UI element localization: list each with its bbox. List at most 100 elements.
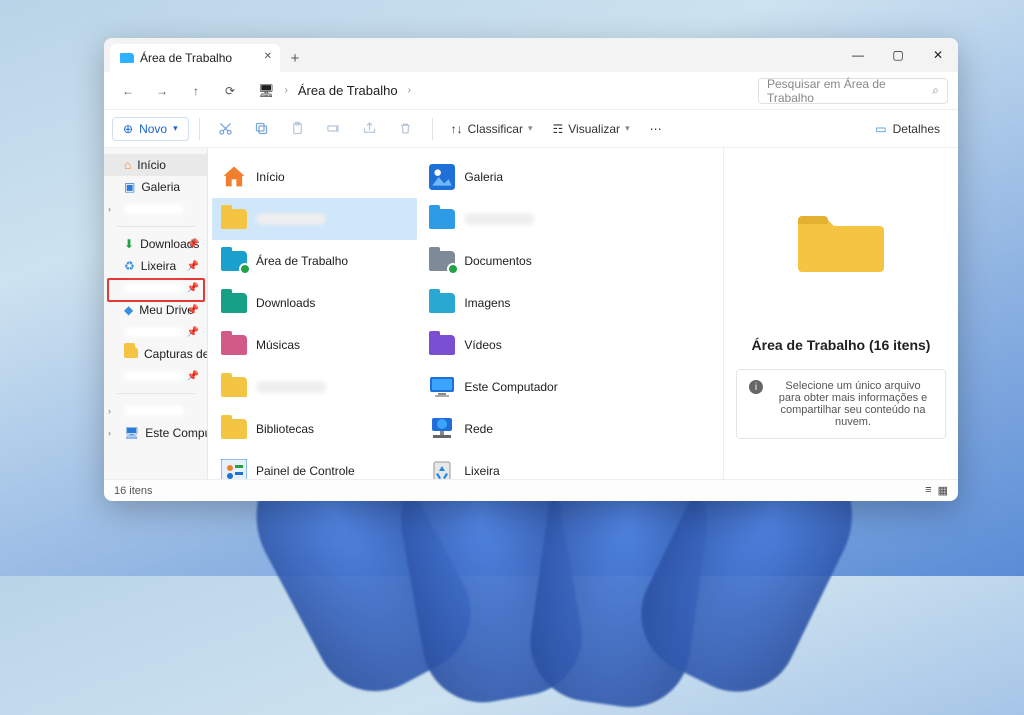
tab-title: Área de Trabalho bbox=[140, 51, 232, 65]
nav-home[interactable]: ⌂ Início bbox=[104, 154, 207, 176]
grid-item[interactable]: Documentos bbox=[420, 240, 625, 282]
folder-yellow-icon bbox=[220, 373, 248, 401]
breadcrumb[interactable]: 🖥 › Área de Trabalho › bbox=[258, 83, 752, 99]
titlebar: Área de Trabalho ✕ + — ▢ ✕ bbox=[104, 38, 958, 72]
nav-blurred[interactable]: › bbox=[104, 400, 207, 422]
recycle-icon: ♻ bbox=[124, 259, 135, 273]
grid-item[interactable]: Lixeira bbox=[420, 450, 625, 479]
grid-item[interactable] bbox=[212, 366, 417, 408]
breadcrumb-location: Área de Trabalho bbox=[298, 83, 398, 98]
details-pane-button[interactable]: ▭ Detalhes bbox=[865, 118, 950, 140]
maximize-button[interactable]: ▢ bbox=[878, 40, 918, 70]
item-label: Imagens bbox=[464, 296, 510, 310]
nav-label: Este Computador bbox=[145, 426, 208, 440]
content-area: Início Área de Trabalho Downloads Músicas Bi… bbox=[208, 148, 958, 479]
folder-icon bbox=[798, 208, 884, 277]
grid-item[interactable]: Imagens bbox=[420, 282, 625, 324]
pc-icon: 🖥 bbox=[124, 426, 139, 440]
grid-item[interactable]: Painel de Controle bbox=[212, 450, 417, 479]
view-label: Visualizar bbox=[568, 122, 620, 136]
details-pane: Área de Trabalho (16 itens) i Selecione … bbox=[723, 148, 958, 479]
plus-icon: ⊕ bbox=[123, 122, 133, 136]
nav-recycle-bin[interactable]: ♻ Lixeira 📌 bbox=[104, 255, 207, 277]
tab-close-icon[interactable]: ✕ bbox=[264, 51, 272, 62]
chevron-right-icon: › bbox=[108, 428, 111, 438]
nav-blurred[interactable]: › bbox=[104, 198, 207, 220]
nav-gallery[interactable]: ▣ Galeria bbox=[104, 176, 207, 198]
nav-downloads[interactable]: ⬇ Downloads 📌 bbox=[104, 233, 207, 255]
redacted-label bbox=[124, 406, 184, 416]
grid-item[interactable] bbox=[212, 198, 417, 240]
grid-item[interactable]: Músicas bbox=[212, 324, 417, 366]
nav-captures[interactable]: Capturas de Tela bbox=[104, 343, 207, 365]
folder-gray-sync-icon bbox=[428, 247, 456, 275]
cut-button[interactable] bbox=[210, 116, 242, 142]
grid-item[interactable] bbox=[420, 198, 625, 240]
grid-item[interactable]: Área de Trabalho bbox=[212, 240, 417, 282]
chevron-right-icon: › bbox=[285, 85, 288, 96]
list-view-icon[interactable]: ≡ bbox=[925, 484, 931, 497]
grid-item[interactable]: Vídeos bbox=[420, 324, 625, 366]
sort-label: Classificar bbox=[468, 122, 523, 136]
search-input[interactable]: Pesquisar em Área de Trabalho ⌕ bbox=[758, 78, 948, 104]
view-button[interactable]: ☶ Visualizar ▾ bbox=[544, 122, 637, 136]
control-panel-icon bbox=[220, 457, 248, 479]
item-label: Início bbox=[256, 170, 285, 184]
forward-button[interactable]: → bbox=[148, 77, 176, 105]
address-toolbar: ← → ↑ ⟳ 🖥 › Área de Trabalho › Pesquisar… bbox=[104, 72, 958, 110]
grid-item[interactable]: Rede bbox=[420, 408, 625, 450]
pin-icon: 📌 bbox=[187, 371, 199, 382]
grid-item[interactable]: Este Computador bbox=[420, 366, 625, 408]
folder-cyan-sync-icon bbox=[220, 247, 248, 275]
item-grid[interactable]: Início Área de Trabalho Downloads Músicas Bi… bbox=[208, 148, 723, 479]
redacted-label bbox=[124, 327, 184, 337]
nav-mydrive[interactable]: ◆ Meu Drive 📌 bbox=[104, 299, 207, 321]
grid-item[interactable]: Início bbox=[212, 156, 417, 198]
close-button[interactable]: ✕ bbox=[918, 40, 958, 70]
redacted-label bbox=[124, 283, 184, 293]
item-label: Músicas bbox=[256, 338, 300, 352]
navigation-pane: ⌂ Início ▣ Galeria › ⬇ Downloads 📌 ♻ Lix… bbox=[104, 148, 208, 479]
redacted-label bbox=[124, 204, 184, 214]
info-icon: i bbox=[749, 380, 763, 394]
delete-button[interactable] bbox=[390, 116, 422, 142]
details-label: Detalhes bbox=[893, 122, 940, 136]
new-tab-button[interactable]: + bbox=[280, 44, 310, 72]
tab-current[interactable]: Área de Trabalho ✕ bbox=[110, 44, 280, 72]
nav-this-pc[interactable]: › 🖥 Este Computador bbox=[104, 422, 207, 444]
folder-green-icon bbox=[220, 289, 248, 317]
up-button[interactable]: ↑ bbox=[182, 77, 210, 105]
redacted-label bbox=[256, 213, 326, 225]
preview-info-card: i Selecione um único arquivo para obter … bbox=[736, 369, 946, 439]
grid-item[interactable]: Galeria bbox=[420, 156, 625, 198]
chevron-right-icon: › bbox=[108, 406, 111, 416]
sort-button[interactable]: ↑↓ Classificar ▾ bbox=[443, 122, 541, 136]
new-button[interactable]: ⊕ Novo ▾ bbox=[112, 117, 189, 141]
rename-button[interactable] bbox=[318, 116, 350, 142]
nav-blurred[interactable]: 📌 bbox=[104, 321, 207, 343]
monitor-icon: 🖥 bbox=[258, 83, 275, 99]
paste-button[interactable] bbox=[282, 116, 314, 142]
nav-blurred[interactable]: 📌 bbox=[104, 365, 207, 387]
network-icon bbox=[428, 415, 456, 443]
item-label: Área de Trabalho bbox=[256, 254, 348, 268]
grid-item[interactable]: Downloads bbox=[212, 282, 417, 324]
nav-label: Galeria bbox=[141, 180, 180, 194]
item-label: Galeria bbox=[464, 170, 503, 184]
grid-item[interactable]: Bibliotecas bbox=[212, 408, 417, 450]
details-icon: ▭ bbox=[875, 122, 886, 136]
preview-title: Área de Trabalho (16 itens) bbox=[752, 337, 931, 353]
nav-label: Início bbox=[137, 158, 166, 172]
more-button[interactable]: ⋯ bbox=[642, 122, 670, 136]
share-button[interactable] bbox=[354, 116, 386, 142]
nav-blurred[interactable]: 📌 bbox=[104, 277, 207, 299]
pin-icon: 📌 bbox=[187, 283, 199, 294]
grid-view-icon[interactable]: ▦ bbox=[938, 484, 948, 497]
nav-label: Capturas de Tela bbox=[144, 347, 208, 361]
refresh-button[interactable]: ⟳ bbox=[216, 77, 244, 105]
minimize-button[interactable]: — bbox=[838, 40, 878, 70]
copy-button[interactable] bbox=[246, 116, 278, 142]
folder-icon bbox=[120, 53, 134, 63]
back-button[interactable]: ← bbox=[114, 77, 142, 105]
folder-icon bbox=[124, 347, 138, 361]
